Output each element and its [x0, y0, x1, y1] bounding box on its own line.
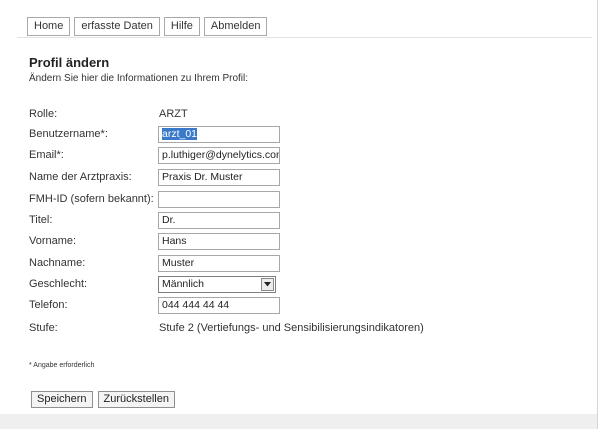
praxis-input[interactable]: Praxis Dr. Muster: [158, 169, 280, 186]
telefon-label: Telefon:: [29, 299, 68, 311]
footer-area: [0, 414, 598, 429]
benutzername-label: Benutzername*:: [29, 128, 108, 140]
row-email: Email*: p.luthiger@dynelytics.com: [29, 147, 489, 165]
rolle-label: Rolle:: [29, 108, 58, 120]
nachname-input[interactable]: Muster: [158, 255, 280, 272]
titel-input[interactable]: Dr.: [158, 212, 280, 229]
row-fmh: FMH-ID (sofern bekannt):: [29, 191, 489, 209]
row-stufe: Stufe: Stufe 2 (Vertiefungs- und Sensibi…: [29, 320, 449, 338]
titel-label: Titel:: [29, 214, 53, 226]
row-praxis: Name der Arztpraxis: Praxis Dr. Muster: [29, 169, 489, 187]
page-subtitle: Ändern Sie hier die Informationen zu Ihr…: [29, 73, 248, 84]
nav-erfasste-daten-button[interactable]: erfasste Daten: [74, 17, 160, 36]
benutzername-input-text: arzt_01: [162, 128, 198, 140]
rolle-value: ARZT: [159, 108, 188, 120]
praxis-label: Name der Arztpraxis:: [29, 171, 132, 183]
nav-divider: [17, 37, 592, 38]
benutzername-input[interactable]: arzt_01: [158, 126, 280, 143]
fmh-input[interactable]: [158, 191, 280, 208]
geschlecht-select[interactable]: Männlich: [158, 276, 276, 293]
nav-home-button[interactable]: Home: [27, 17, 71, 36]
nav-abmelden-button[interactable]: Abmelden: [203, 17, 268, 36]
page-title: Profil ändern: [29, 55, 110, 70]
vorname-input[interactable]: Hans: [158, 233, 280, 250]
geschlecht-label: Geschlecht:: [29, 278, 88, 290]
vorname-label: Vorname:: [29, 235, 77, 247]
row-benutzername: Benutzername*: arzt_01: [29, 126, 489, 144]
row-titel: Titel: Dr.: [29, 212, 489, 230]
reset-button[interactable]: Zurückstellen: [97, 391, 175, 408]
email-label: Email*:: [29, 149, 64, 161]
row-geschlecht: Geschlecht: Männlich: [29, 276, 489, 294]
row-telefon: Telefon: 044 444 44 44: [29, 297, 489, 315]
row-rolle: Rolle: ARZT: [29, 106, 489, 124]
top-nav: Home erfasste Daten Hilfe Abmelden: [27, 17, 268, 36]
nachname-label: Nachname:: [29, 257, 86, 269]
email-input[interactable]: p.luthiger@dynelytics.com: [158, 147, 280, 164]
page: Home erfasste Daten Hilfe Abmelden Profi…: [0, 0, 607, 429]
telefon-input[interactable]: 044 444 44 44: [158, 297, 280, 314]
stufe-label: Stufe:: [29, 322, 58, 334]
chevron-down-icon[interactable]: [261, 278, 274, 291]
geschlecht-selected-value: Männlich: [162, 278, 205, 290]
stufe-value: Stufe 2 (Vertiefungs- und Sensibilisieru…: [159, 322, 424, 334]
row-vorname: Vorname: Hans: [29, 233, 489, 251]
save-button[interactable]: Speichern: [31, 391, 93, 408]
nav-hilfe-button[interactable]: Hilfe: [163, 17, 200, 36]
required-note: * Angabe erforderlich: [29, 362, 95, 369]
row-nachname: Nachname: Muster: [29, 255, 489, 273]
fmh-label: FMH-ID (sofern bekannt):: [29, 193, 154, 205]
content-border: [597, 0, 598, 429]
form-actions: Speichern Zurückstellen: [31, 391, 175, 408]
